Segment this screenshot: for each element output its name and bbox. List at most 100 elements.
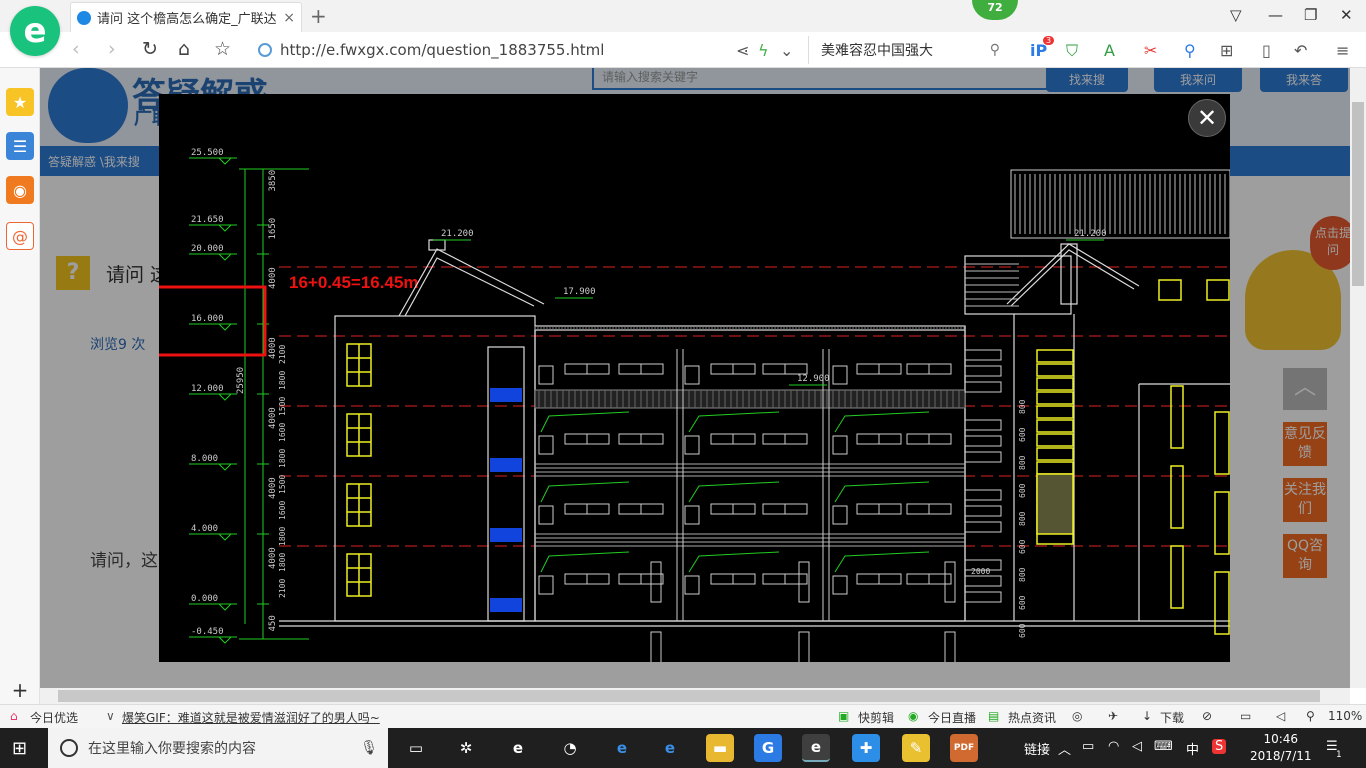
share-icon[interactable]: ⋖ xyxy=(736,41,749,60)
tab-bar: 请问 这个檐高怎么确定_广联达服务 × + 72 ▽ — ❐ ✕ xyxy=(0,0,1366,32)
search-icon[interactable]: ⚲ xyxy=(990,42,1000,58)
lightning-icon[interactable]: ϟ xyxy=(758,41,769,60)
green-stroke xyxy=(688,481,780,503)
forward-button[interactable]: › xyxy=(108,38,116,60)
maximize-button[interactable]: ❐ xyxy=(1304,6,1317,24)
yellow-side-window xyxy=(1170,385,1184,449)
horizontal-scroll-thumb[interactable] xyxy=(58,690,1320,702)
total-dimension-text: 25950 xyxy=(236,367,246,394)
door-panel xyxy=(684,505,700,525)
volume-icon[interactable]: ◁ xyxy=(1276,709,1285,723)
today-picks-link[interactable]: 今日优选 xyxy=(30,709,78,726)
vertical-scrollbar[interactable] xyxy=(1350,68,1366,688)
favorites-star-icon[interactable]: ★ xyxy=(6,88,34,116)
ime-indicator[interactable]: 中 xyxy=(1186,739,1199,758)
side-louvre xyxy=(964,365,1002,377)
window xyxy=(784,573,808,585)
edge-icon[interactable]: e xyxy=(608,734,636,762)
pdf-app-icon[interactable]: PDF xyxy=(950,734,978,762)
scissors-icon[interactable]: ✂ xyxy=(1144,41,1157,60)
add-sidebar-icon[interactable]: + xyxy=(6,676,34,704)
device-icon[interactable]: ▯ xyxy=(1262,41,1271,60)
zoom-level[interactable]: 110% xyxy=(1328,709,1362,723)
back-button[interactable]: ‹ xyxy=(72,38,80,60)
notes-app-icon[interactable]: ✎ xyxy=(902,734,930,762)
favorite-star-button[interactable]: ☆ xyxy=(214,38,231,60)
window-icon[interactable]: ▭ xyxy=(1240,709,1251,723)
tray-link-label[interactable]: 链接 xyxy=(1024,739,1050,758)
search-suggestion-text[interactable]: 美难容忍中国强大 xyxy=(821,40,933,60)
apps-grid-icon[interactable]: ⊞ xyxy=(1220,41,1233,60)
wifi-icon[interactable]: ◠ xyxy=(1108,739,1119,754)
close-window-button[interactable]: ✕ xyxy=(1340,6,1353,24)
home-button[interactable]: ⌂ xyxy=(178,38,190,60)
side-louvre xyxy=(964,419,1002,431)
menu-icon[interactable]: ≡ xyxy=(1336,41,1349,60)
taskbar-search-placeholder[interactable]: 在这里输入你要搜索的内容 xyxy=(88,738,256,758)
g-app-icon[interactable]: G xyxy=(754,734,782,762)
mail-icon[interactable]: @ xyxy=(6,222,34,250)
inner-dimension-label: 1800 xyxy=(278,527,287,546)
download-link[interactable]: 下载 xyxy=(1160,709,1184,726)
new-tab-button[interactable]: + xyxy=(310,4,327,28)
microphone-icon[interactable]: 🎙 xyxy=(360,740,378,756)
weibo-icon[interactable]: ◉ xyxy=(6,176,34,204)
height-annotation: 16+0.45=16.45m xyxy=(289,273,419,292)
magnifier-icon[interactable]: ⚲ xyxy=(1184,41,1196,60)
door xyxy=(650,561,662,603)
image-lightbox: 25.500 21.650 20.000 16.000 12.000 8.000 4.000… xyxy=(159,94,1230,662)
fan-app-icon[interactable]: ✲ xyxy=(452,734,480,762)
ie-icon[interactable]: e xyxy=(656,734,684,762)
live-link[interactable]: 今日直播 xyxy=(928,709,976,726)
taskbar-search[interactable]: 在这里输入你要搜索的内容 🎙 xyxy=(48,728,388,768)
close-lightbox-button[interactable]: ✕ xyxy=(1188,99,1226,137)
gift-icon[interactable]: ⌂ xyxy=(10,709,18,723)
zoom-icon[interactable]: ⚲ xyxy=(1306,709,1315,723)
shirt-icon[interactable]: ▽ xyxy=(1230,6,1242,24)
quick-clip-link[interactable]: 快剪辑 xyxy=(858,709,894,726)
reload-button[interactable]: ↻ xyxy=(142,38,158,60)
dimension-label: 4000 xyxy=(268,267,278,289)
url-text[interactable]: http://e.fwxgx.com/question_1883755.html xyxy=(280,41,604,59)
right-dimension-label: 600 xyxy=(1018,539,1027,554)
minimize-button[interactable]: — xyxy=(1268,6,1283,24)
browser-search-box[interactable]: 美难容忍中国强大 ⚲ xyxy=(808,36,1008,64)
elevation-triangle xyxy=(218,323,232,331)
clean-icon[interactable]: ⊘ xyxy=(1202,709,1212,723)
windows-start-icon[interactable]: ⊞ xyxy=(12,738,27,759)
shield-icon[interactable]: ⛉ xyxy=(1066,41,1078,61)
notification-badge[interactable]: 72 xyxy=(972,0,1018,20)
horizontal-scrollbar[interactable] xyxy=(40,688,1350,704)
file-explorer-icon[interactable]: ▬ xyxy=(706,734,734,762)
active-browser-icon[interactable]: e xyxy=(802,734,830,762)
clock[interactable]: 10:46 2018/7/11 xyxy=(1250,731,1312,765)
undo-icon[interactable]: ↶ xyxy=(1294,41,1307,60)
chevron-down-icon[interactable]: ⌄ xyxy=(780,41,793,60)
news-ticker-link[interactable]: 爆笑GIF：难道这就是被爱情滋润好了的男人吗~ xyxy=(122,709,380,726)
window xyxy=(640,363,664,375)
browser-tab[interactable]: 请问 这个檐高怎么确定_广联达服务 × xyxy=(70,2,302,32)
plus-app-icon[interactable]: ✚ xyxy=(852,734,880,762)
window xyxy=(762,503,786,515)
door-panel xyxy=(832,365,848,385)
hot-news-link[interactable]: 热点资讯 xyxy=(1008,709,1056,726)
keyboard-icon[interactable]: ⌨ xyxy=(1154,739,1173,754)
tab-close-button[interactable]: × xyxy=(283,10,295,26)
notify-app-icon[interactable]: ◔ xyxy=(556,734,584,762)
battery-icon[interactable]: ▭ xyxy=(1082,739,1094,754)
reading-list-icon[interactable]: ☰ xyxy=(6,132,34,160)
browser-logo[interactable]: e xyxy=(10,6,60,56)
pin-icon[interactable]: ✈ xyxy=(1108,709,1118,723)
address-bar[interactable]: http://e.fwxgx.com/question_1883755.html xyxy=(258,36,728,64)
elevation-triangle xyxy=(218,463,232,471)
sogou-icon[interactable]: S xyxy=(1212,739,1227,754)
tray-expand-icon[interactable]: ︿ xyxy=(1058,739,1071,758)
speaker-icon[interactable]: ◁ xyxy=(1132,739,1142,754)
vertical-scroll-thumb[interactable] xyxy=(1352,102,1364,286)
speed-icon[interactable]: ◎ xyxy=(1072,709,1082,723)
browser-e-icon[interactable]: e xyxy=(504,734,532,762)
translate-icon[interactable]: A xyxy=(1104,41,1115,60)
cortana-icon[interactable] xyxy=(60,739,78,757)
task-view-icon[interactable]: ▭ xyxy=(402,734,430,762)
elevation-triangle xyxy=(218,157,232,165)
